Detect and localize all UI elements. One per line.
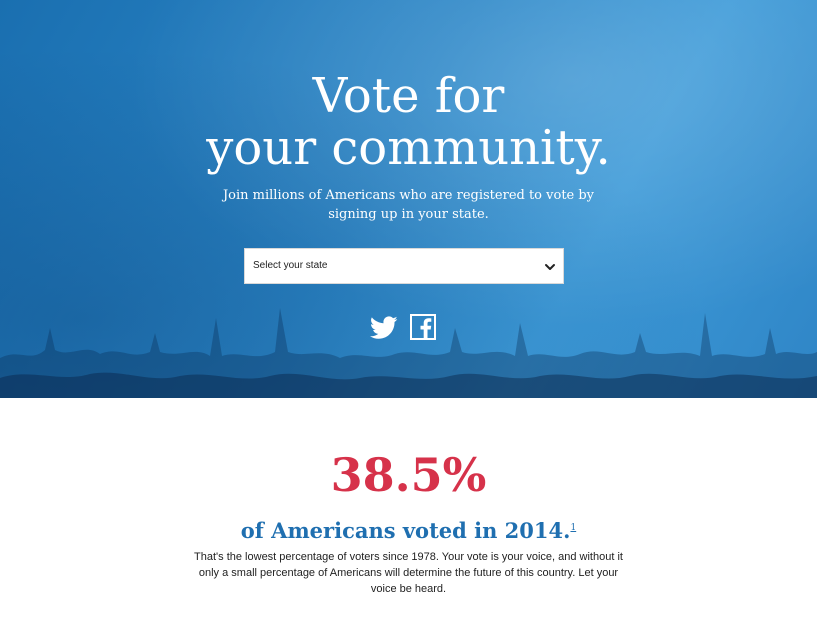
hero-title: Vote for your community. [0,70,817,174]
hero-title-line2: your community. [206,120,611,176]
turnout-description: That's the lowest percentage of voters s… [194,551,623,595]
turnout-headline-text: of Americans voted in 2014. [240,518,571,543]
state-select-value: Select your state [253,260,328,271]
turnout-headline: of Americans voted in 2014.1 [0,513,817,546]
stats-section: 38.5% of Americans voted in 2014.1 That'… [0,398,817,632]
hero-subtitle-line1: Join millions of Americans who are regis… [222,188,595,203]
hero-subtitle-line2: signing up in your state. [328,207,489,222]
footnote-link[interactable]: 1 [570,523,576,533]
state-select[interactable]: Select your state [244,248,564,284]
hero-subtitle: Join millions of Americans who are regis… [200,186,617,224]
chevron-down-icon [545,264,555,270]
facebook-icon[interactable] [410,314,436,340]
hero-section: Vote for your community. Join millions o… [0,0,817,398]
hero-title-line1: Vote for [312,68,505,124]
turnout-percent: 38.5% [330,448,487,502]
social-links [370,314,450,344]
twitter-icon[interactable] [370,316,398,340]
